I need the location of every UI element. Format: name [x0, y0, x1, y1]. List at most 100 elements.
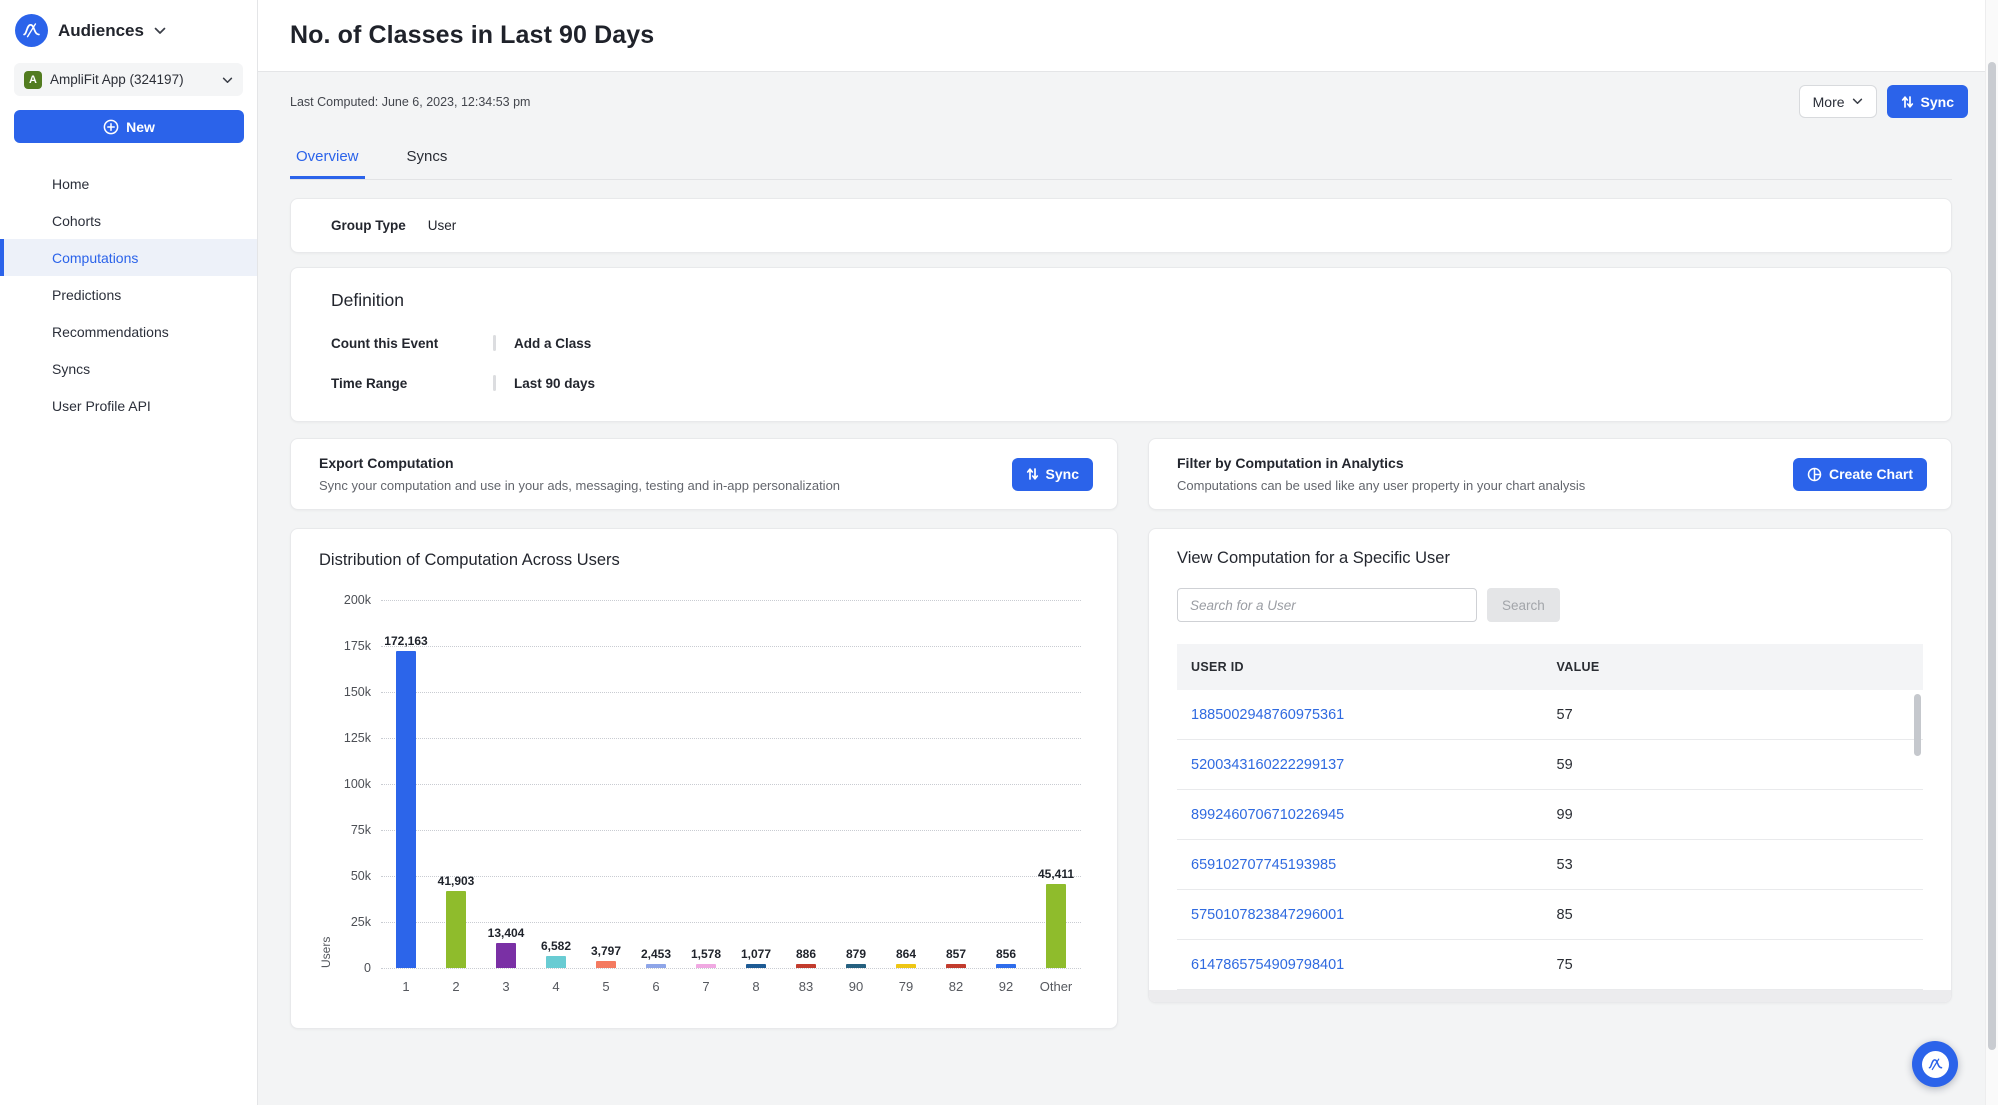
gridline	[381, 968, 1081, 969]
bar-column-79: 86479	[881, 600, 931, 968]
bar-value-label: 1,578	[691, 947, 721, 961]
user-search-input[interactable]	[1177, 588, 1477, 622]
sidebar-item-user-profile-api[interactable]: User Profile API	[0, 387, 257, 424]
y-tick-label: 100k	[344, 777, 371, 791]
bar[interactable]	[496, 943, 516, 968]
bar[interactable]	[396, 651, 416, 968]
user-id-link[interactable]: 6147865754909798401	[1191, 957, 1344, 973]
count-event-value: Add a Class	[514, 336, 591, 351]
column-value: VALUE	[1543, 660, 1923, 674]
page-scrollbar[interactable]	[1985, 0, 1998, 1105]
bar[interactable]	[696, 964, 716, 968]
table-row: 659102707745193985 53	[1177, 840, 1923, 890]
user-value: 53	[1543, 857, 1923, 873]
new-button-label: New	[126, 119, 155, 135]
sidebar-item-computations[interactable]: Computations	[0, 239, 257, 276]
table-scrollbar-thumb[interactable]	[1914, 694, 1921, 756]
table-body: 1885002948760975361 57 5200343160222299137…	[1177, 690, 1923, 990]
bar-value-label: 6,582	[541, 939, 571, 953]
search-button[interactable]: Search	[1487, 588, 1560, 622]
amplitude-fab-button[interactable]	[1912, 1041, 1958, 1087]
sidebar-item-home[interactable]: Home	[0, 165, 257, 202]
time-range-label: Time Range	[331, 376, 493, 391]
bar[interactable]	[596, 961, 616, 968]
meta-row: Last Computed: June 6, 2023, 12:34:53 pm…	[290, 72, 1952, 128]
table-header: USER ID VALUE	[1177, 644, 1923, 690]
time-range-value: Last 90 days	[514, 376, 595, 391]
user-value: 85	[1543, 907, 1923, 923]
sidebar-item-cohorts[interactable]: Cohorts	[0, 202, 257, 239]
bar-value-label: 864	[896, 947, 916, 961]
table-row: 5200343160222299137 59	[1177, 740, 1923, 790]
user-value: 57	[1543, 707, 1923, 723]
definition-row: Time Range Last 90 days	[331, 375, 1911, 391]
table-row: 899246070671022694599	[1177, 790, 1923, 840]
more-button[interactable]: More	[1799, 85, 1877, 118]
bar-column-1: 172,1631	[381, 600, 431, 968]
user-lookup-card: View Computation for a Specific User Sea…	[1148, 528, 1952, 1003]
x-tick-label: 6	[631, 979, 681, 994]
filter-description: Computations can be used like any user p…	[1177, 478, 1777, 493]
sync-button[interactable]: Sync	[1887, 85, 1968, 118]
user-id-link[interactable]: 1885002948760975361	[1191, 707, 1344, 723]
chart-title: Distribution of Computation Across Users	[319, 551, 1089, 570]
bar-column-5: 3,7975	[581, 600, 631, 968]
sidebar-item-predictions[interactable]: Predictions	[0, 276, 257, 313]
user-id-link[interactable]: 5750107823847296001	[1191, 907, 1344, 923]
user-id-link[interactable]: 8992460706710226945	[1191, 807, 1344, 823]
export-sync-label: Sync	[1046, 466, 1079, 482]
chevron-down-icon	[1852, 98, 1863, 105]
x-tick-label: 3	[481, 979, 531, 994]
x-tick-label: 82	[931, 979, 981, 994]
bar[interactable]	[1046, 884, 1066, 968]
bar-column-2: 41,9032	[431, 600, 481, 968]
user-value: 75	[1543, 957, 1923, 973]
page-scrollbar-thumb[interactable]	[1988, 62, 1996, 1050]
divider	[493, 375, 496, 391]
group-type-value: User	[428, 218, 457, 233]
app-root: Audiences A AmpliFit App (324197) New Ho…	[0, 0, 1998, 1105]
bar[interactable]	[546, 956, 566, 968]
x-tick-label: 90	[831, 979, 881, 994]
bar-value-label: 41,903	[438, 874, 475, 888]
bar[interactable]	[896, 964, 916, 968]
bar-value-label: 856	[996, 947, 1016, 961]
app-selector[interactable]: A AmpliFit App (324197)	[14, 63, 243, 96]
tab-syncs[interactable]: Syncs	[401, 136, 454, 179]
x-tick-label: 4	[531, 979, 581, 994]
user-id-link[interactable]: 5200343160222299137	[1191, 757, 1344, 773]
bar[interactable]	[746, 964, 766, 968]
x-tick-label: 1	[381, 979, 431, 994]
group-type-card: Group Type User	[290, 198, 1952, 253]
brand[interactable]: Audiences	[0, 0, 257, 59]
x-tick-label: Other	[1031, 979, 1081, 994]
bar[interactable]	[946, 964, 966, 968]
export-sync-button[interactable]: Sync	[1012, 458, 1093, 491]
create-chart-button[interactable]: Create Chart	[1793, 458, 1927, 491]
bar[interactable]	[996, 964, 1016, 968]
sidebar-item-syncs[interactable]: Syncs	[0, 350, 257, 387]
filter-title: Filter by Computation in Analytics	[1177, 455, 1777, 471]
x-tick-label: 79	[881, 979, 931, 994]
table-row: 6147865754909798401 75	[1177, 940, 1923, 990]
bar[interactable]	[846, 964, 866, 968]
y-tick-label: 25k	[351, 915, 371, 929]
definition-title: Definition	[331, 290, 1911, 311]
table-row: 1885002948760975361 57	[1177, 690, 1923, 740]
table-horizontal-scrollbar[interactable]	[1149, 990, 1951, 1002]
user-id-link[interactable]: 659102707745193985	[1191, 857, 1336, 873]
export-description: Sync your computation and use in your ad…	[319, 478, 996, 493]
analysis-row: Distribution of Computation Across Users…	[290, 528, 1952, 1029]
sidebar-item-recommendations[interactable]: Recommendations	[0, 313, 257, 350]
user-value: 59	[1543, 757, 1923, 773]
tab-overview[interactable]: Overview	[290, 136, 365, 179]
promo-row: Export Computation Sync your computation…	[290, 438, 1952, 510]
bar[interactable]	[646, 964, 666, 969]
bar[interactable]	[446, 891, 466, 968]
bar-column-8: 1,0778	[731, 600, 781, 968]
sync-arrows-icon	[1901, 95, 1914, 109]
x-tick-label: 5	[581, 979, 631, 994]
x-tick-label: 92	[981, 979, 1031, 994]
bar[interactable]	[796, 964, 816, 968]
new-button[interactable]: New	[14, 110, 244, 143]
